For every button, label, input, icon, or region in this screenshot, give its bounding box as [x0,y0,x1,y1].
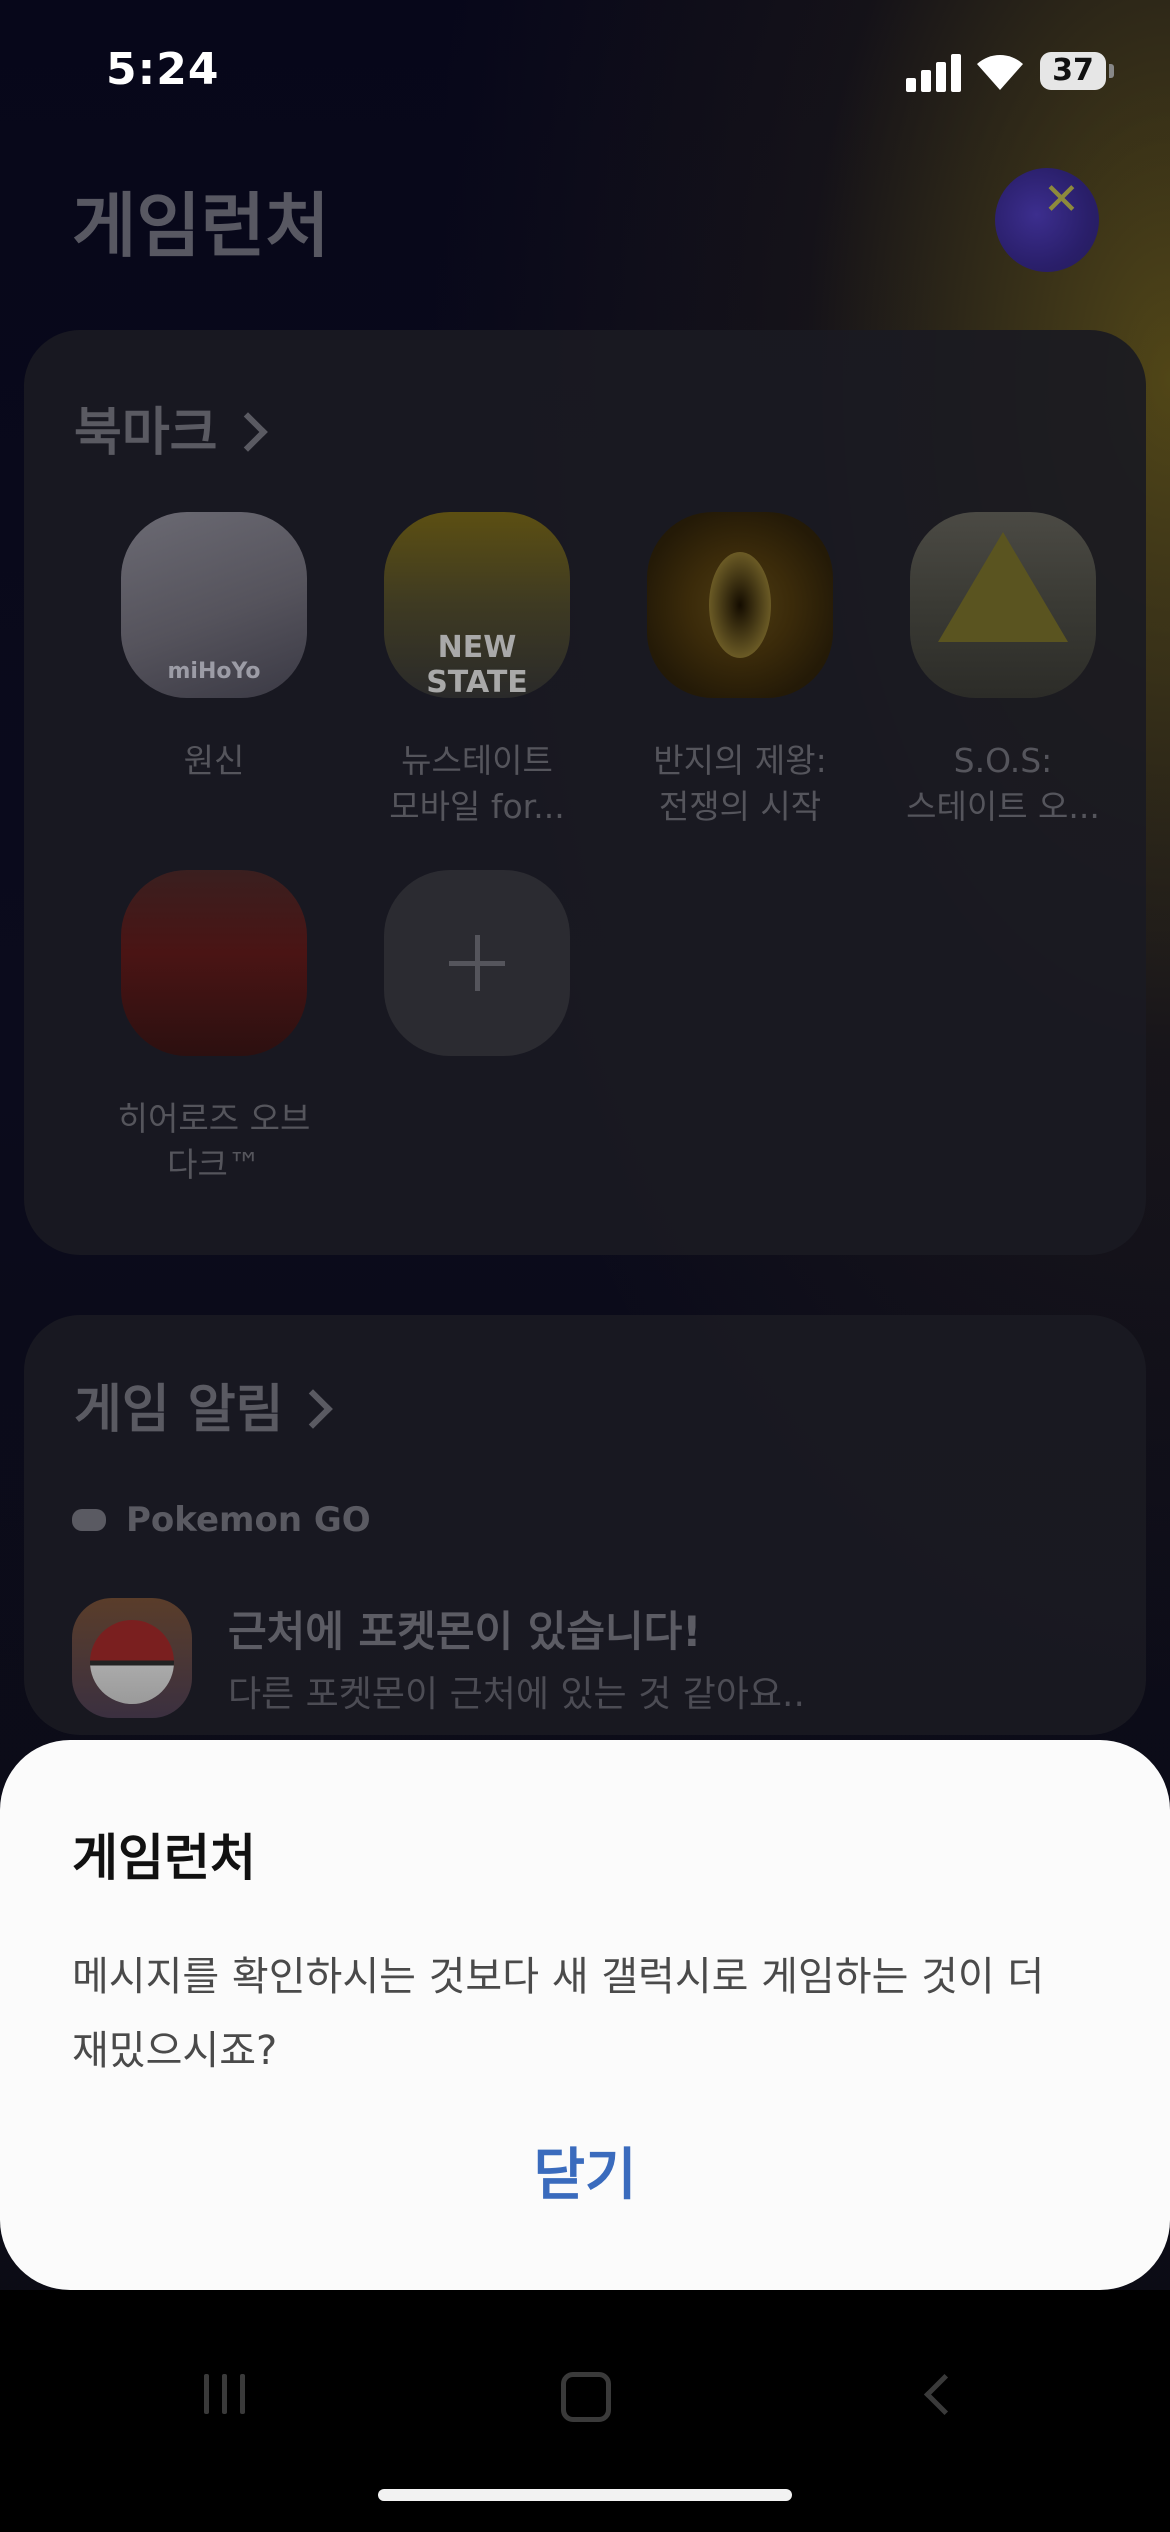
bookmark-app-sos[interactable]: S.O.S: 스테이트 오... [883,512,1123,830]
label-line: 반지의 제왕: 전쟁의 시작 [653,741,827,826]
recents-icon[interactable] [204,2374,246,2414]
dialog-title: 게임런처 [72,1829,256,1887]
status-bar: 5:24 37 [0,0,1170,150]
close-button[interactable]: 닫기 [0,2130,1170,2211]
notification-app-name: Pokemon GO [126,1500,371,1540]
bookmark-app-label: 반지의 제왕: 전쟁의 시작 [620,738,860,830]
game-alerts-header[interactable]: 게임 알림 [74,1367,334,1442]
chevron-right-icon [293,1389,334,1429]
home-indicator[interactable] [378,2489,792,2501]
home-icon[interactable] [561,2372,611,2422]
chevron-right-icon [227,412,268,452]
wifi-icon [977,55,1023,90]
notification-title[interactable]: 근처에 포켓몬이 있습니다! [228,1598,701,1659]
bookmark-header[interactable]: 북마크 [74,390,268,465]
alert-dialog: 게임런처 메시지를 확인하시는 것보다 새 갤럭시로 게임하는 것이 더 재밌으… [0,1740,1170,2290]
battery-cap [1109,64,1114,78]
sos-state-survival-icon [910,512,1096,698]
bookmark-app-label: S.O.S: 스테이트 오... [883,738,1123,830]
label-line: 뉴스테이트 모바일 for... [389,741,565,826]
bookmark-app-genshin[interactable]: 원신 [94,512,334,784]
notification-app-row: Pokemon GO [72,1500,371,1540]
profile-avatar[interactable]: ✕ [995,168,1099,272]
profile-badge-icon: ✕ [1043,174,1080,225]
page-title: 게임런처 [72,185,330,267]
label-line: S.O.S: 스테이트 오... [906,741,1100,826]
bookmark-app-lotr[interactable]: 반지의 제왕: 전쟁의 시작 [620,512,860,830]
status-time: 5:24 [106,44,220,95]
bookmark-app-label: 히어로즈 오브 다크™ [94,1096,334,1188]
lotr-ring-icon [647,512,833,698]
bookmark-app-pubg-new-state[interactable]: 뉴스테이트 모바일 for... [357,512,597,830]
signal-icon [906,52,962,92]
bookmark-app-label: 뉴스테이트 모바일 for... [357,738,597,830]
plus-icon [384,870,570,1056]
bookmark-card: 북마크 원신 뉴스테이트 모바일 for... 반지의 제왕: 전쟁의 시작 S… [24,330,1146,1255]
add-bookmark-button[interactable] [357,870,597,1056]
dialog-message: 메시지를 확인하시는 것보다 새 갤럭시로 게임하는 것이 더 재밌으시죠? [72,1954,1045,2074]
back-icon[interactable] [923,2373,966,2416]
bookmark-app-label: 원신 [183,741,245,780]
label-line: 히어로즈 오브 다크™ [117,1099,311,1184]
screen: 5:24 37 게임런처 ✕ 북마크 원신 뉴스테이트 모바일 for... [0,0,1170,2532]
gamepad-icon [72,1508,106,1531]
bookmark-app-heroes[interactable]: 히어로즈 오브 다크™ [94,870,334,1188]
battery-indicator: 37 [1040,52,1106,90]
pokemon-go-icon [72,1598,192,1718]
pubg-new-state-icon [384,512,570,698]
notification-body: 다른 포켓몬이 근처에 있는 것 같아요.. [228,1674,805,1715]
genshin-icon [121,512,307,698]
game-alerts-header-label: 게임 알림 [74,1380,284,1440]
heroes-of-the-dark-icon [121,870,307,1056]
bookmark-header-label: 북마크 [74,403,218,463]
